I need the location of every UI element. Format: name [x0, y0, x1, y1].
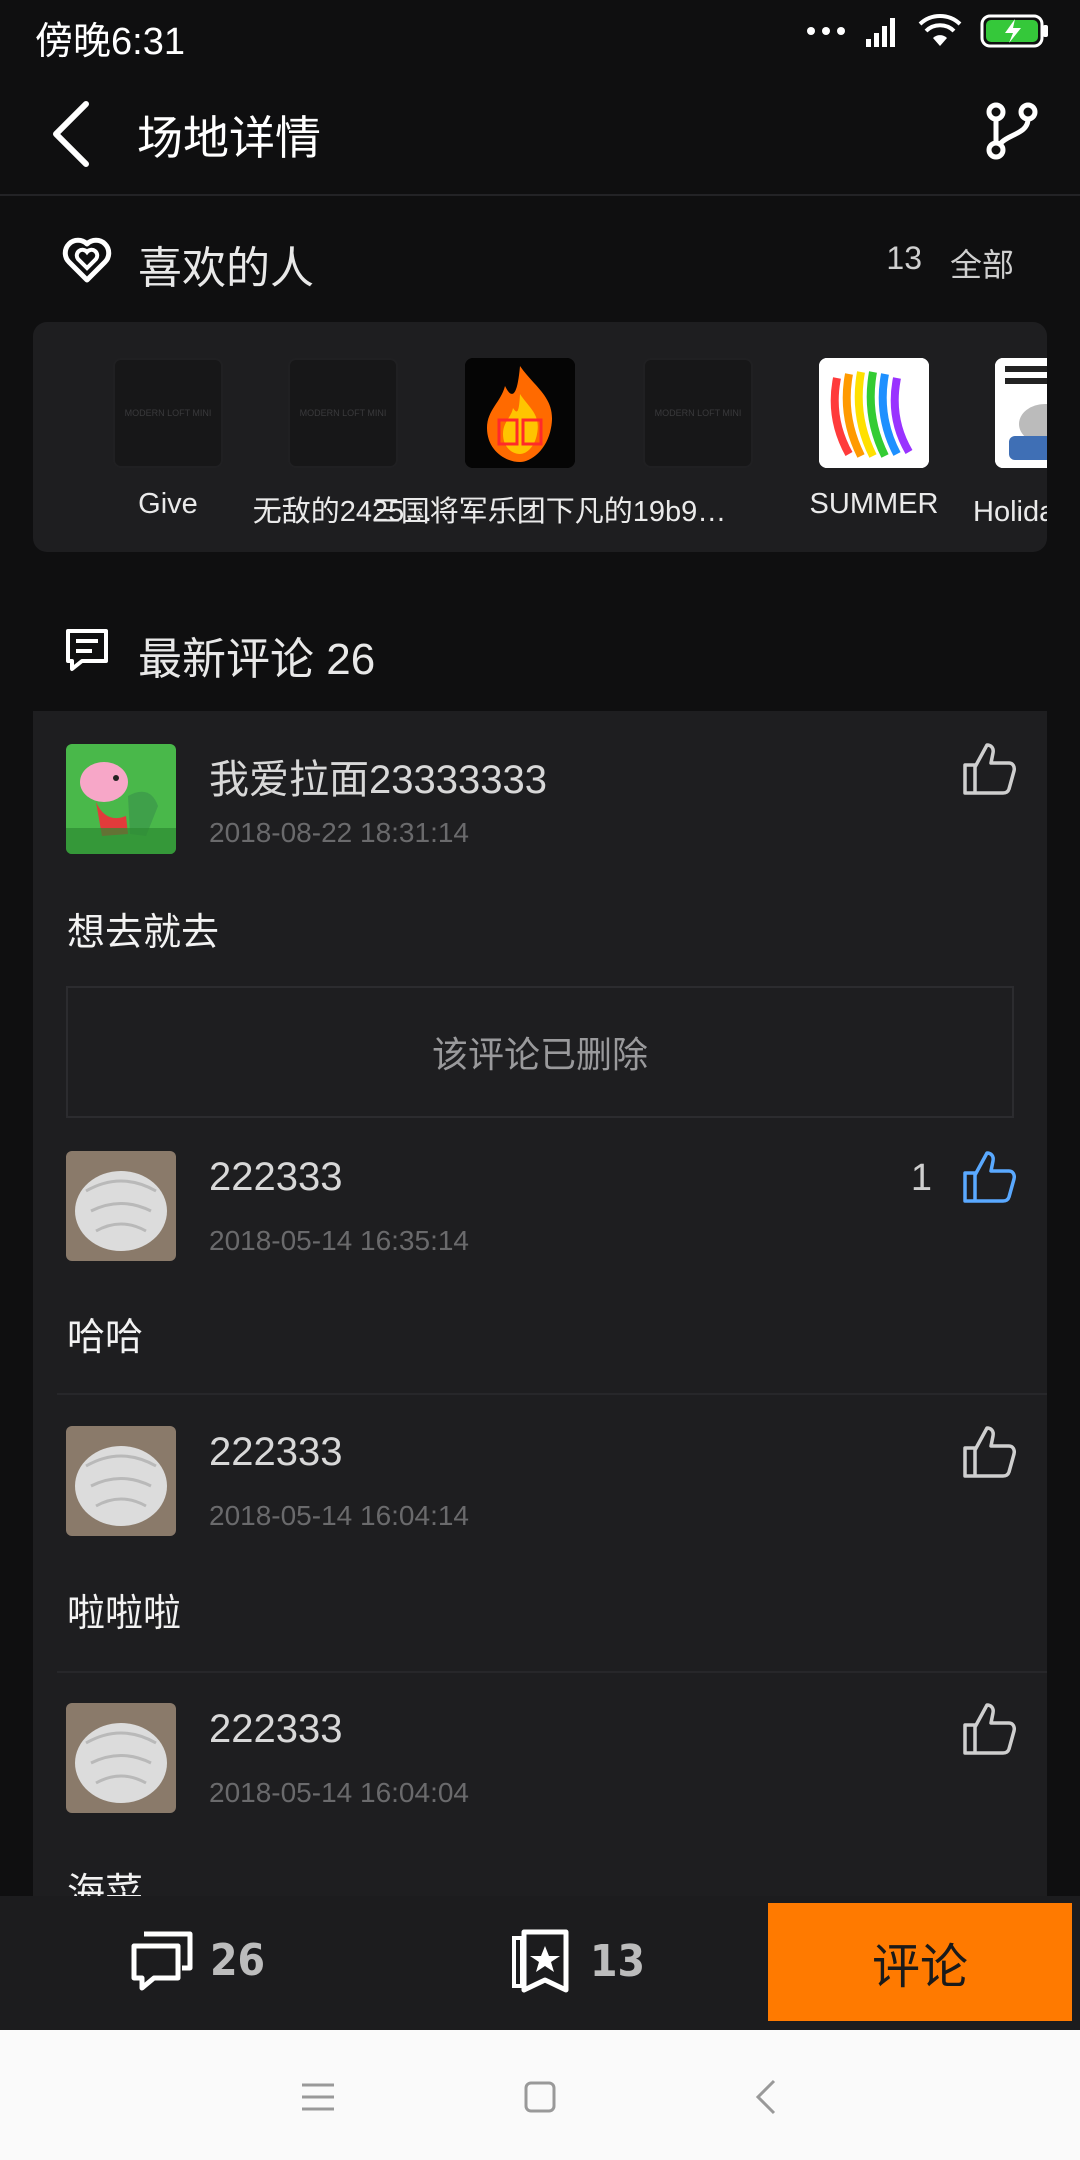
comment-author[interactable]: 我爱拉面23333333	[209, 747, 547, 805]
wifi-icon	[918, 14, 962, 46]
system-nav-bar	[0, 2030, 1080, 2160]
liker-avatar	[819, 358, 929, 468]
status-bar: 傍晚6:31	[0, 0, 1080, 70]
thumbs-up-icon[interactable]	[961, 741, 1017, 797]
home-icon[interactable]	[518, 2075, 562, 2119]
comment-author[interactable]: 222333	[209, 1155, 342, 1200]
liker-avatar: MODERN LOFT MINI	[643, 358, 753, 468]
comments-icon	[131, 1931, 193, 1991]
deleted-comment-notice: 该评论已删除	[66, 986, 1014, 1118]
avatar[interactable]	[66, 744, 176, 854]
likes-section-title: 喜欢的人	[138, 244, 314, 293]
heart-location-icon	[62, 237, 112, 283]
menu-icon[interactable]	[296, 2075, 340, 2119]
photo-avatar-image	[66, 1151, 176, 1261]
liker-item[interactable]: Holiday 小	[945, 358, 1047, 530]
comments-list[interactable]: 我爱拉面23333333 2018-08-22 18:31:14 想去就去 该评…	[33, 711, 1047, 1896]
comments-count: 26	[210, 1934, 266, 1986]
likes-meta[interactable]: 13 全部	[886, 240, 1014, 286]
comment-item: 222333 2018-05-14 16:04:14 啦啦啦	[33, 1396, 1047, 1676]
comment-author[interactable]: 222333	[209, 1707, 342, 1752]
liker-names-overlap: 三国将军乐团下凡的19b9…	[309, 488, 789, 530]
avatar[interactable]	[66, 1426, 176, 1536]
liker-name: 三国将军乐团	[371, 496, 546, 528]
comment-text: 想去就去	[67, 912, 220, 954]
liker-avatar	[995, 358, 1047, 468]
comment-text: 海菜	[67, 1872, 144, 1896]
back-arrow-icon[interactable]	[42, 94, 112, 174]
likes-section-header: 喜欢的人 13 全部	[0, 214, 1080, 304]
comments-section-header: 最新评论 26	[0, 605, 1080, 695]
status-icons	[806, 14, 1050, 48]
peppa-avatar-image	[66, 744, 176, 854]
comment-text: 哈哈	[67, 1317, 144, 1359]
avatar[interactable]	[66, 1703, 176, 1813]
favorite-bookmark-icon	[512, 1929, 569, 1993]
photo-avatar-image	[66, 1426, 176, 1536]
comment-item: 我爱拉面23333333 2018-08-22 18:31:14 想去就去 该评…	[33, 711, 1047, 1121]
color-fans-avatar-image	[819, 358, 929, 468]
favorites-count-button[interactable]: 13	[510, 1928, 645, 1994]
cartoon-avatar-image	[995, 358, 1047, 468]
comments-section-title: 最新评论 26	[138, 635, 376, 684]
comment-time: 2018-05-14 16:35:14	[209, 1225, 469, 1256]
likes-count: 13	[886, 240, 922, 276]
likers-list[interactable]: MODERN LOFT MINI Give MODERN LOFT MINI 无…	[33, 322, 1047, 552]
photo-avatar-image	[66, 1703, 176, 1813]
comment-text: 啦啦啦	[67, 1593, 182, 1635]
liker-name: 下凡的19b9…	[545, 496, 727, 528]
favorites-count: 13	[590, 1935, 646, 1987]
top-bar: 场地详情	[0, 70, 1080, 196]
status-time: 傍晚6:31	[35, 21, 185, 63]
signal-icon	[866, 18, 895, 47]
comment-item: 222333 2018-05-14 16:35:14 1 哈哈	[33, 1121, 1047, 1406]
divider	[57, 1393, 1047, 1395]
comment-author[interactable]: 222333	[209, 1430, 342, 1475]
comment-time: 2018-05-14 16:04:04	[209, 1777, 469, 1808]
thumbs-up-icon[interactable]	[961, 1149, 1017, 1205]
liker-avatar: MODERN LOFT MINI	[288, 358, 398, 468]
comments-count-button[interactable]: 26	[130, 1928, 265, 1992]
back-nav-icon[interactable]	[746, 2075, 790, 2119]
comment-time: 2018-05-14 16:04:14	[209, 1500, 469, 1531]
view-all-link[interactable]: 全部	[950, 240, 1014, 286]
comment-time: 2018-08-22 18:31:14	[209, 817, 469, 848]
more-dots-icon	[807, 27, 845, 35]
thumbs-up-icon[interactable]	[961, 1701, 1017, 1757]
write-comment-button[interactable]: 评论	[768, 1903, 1072, 2021]
flame-avatar-image	[465, 358, 575, 468]
liker-avatar: MODERN LOFT MINI	[113, 358, 223, 468]
battery-charging-icon	[980, 14, 1048, 48]
page-title: 场地详情	[137, 112, 321, 164]
avatar[interactable]	[66, 1151, 176, 1261]
thumbs-up-icon[interactable]	[961, 1424, 1017, 1480]
like-count: 1	[910, 1157, 932, 1199]
comment-list-icon	[66, 629, 108, 671]
comment-item: 222333 2018-05-14 16:04:04 海菜	[33, 1673, 1047, 1896]
share-icon[interactable]	[982, 100, 1042, 164]
liker-name: Holiday 小	[973, 496, 1047, 528]
liker-avatar	[465, 358, 575, 468]
